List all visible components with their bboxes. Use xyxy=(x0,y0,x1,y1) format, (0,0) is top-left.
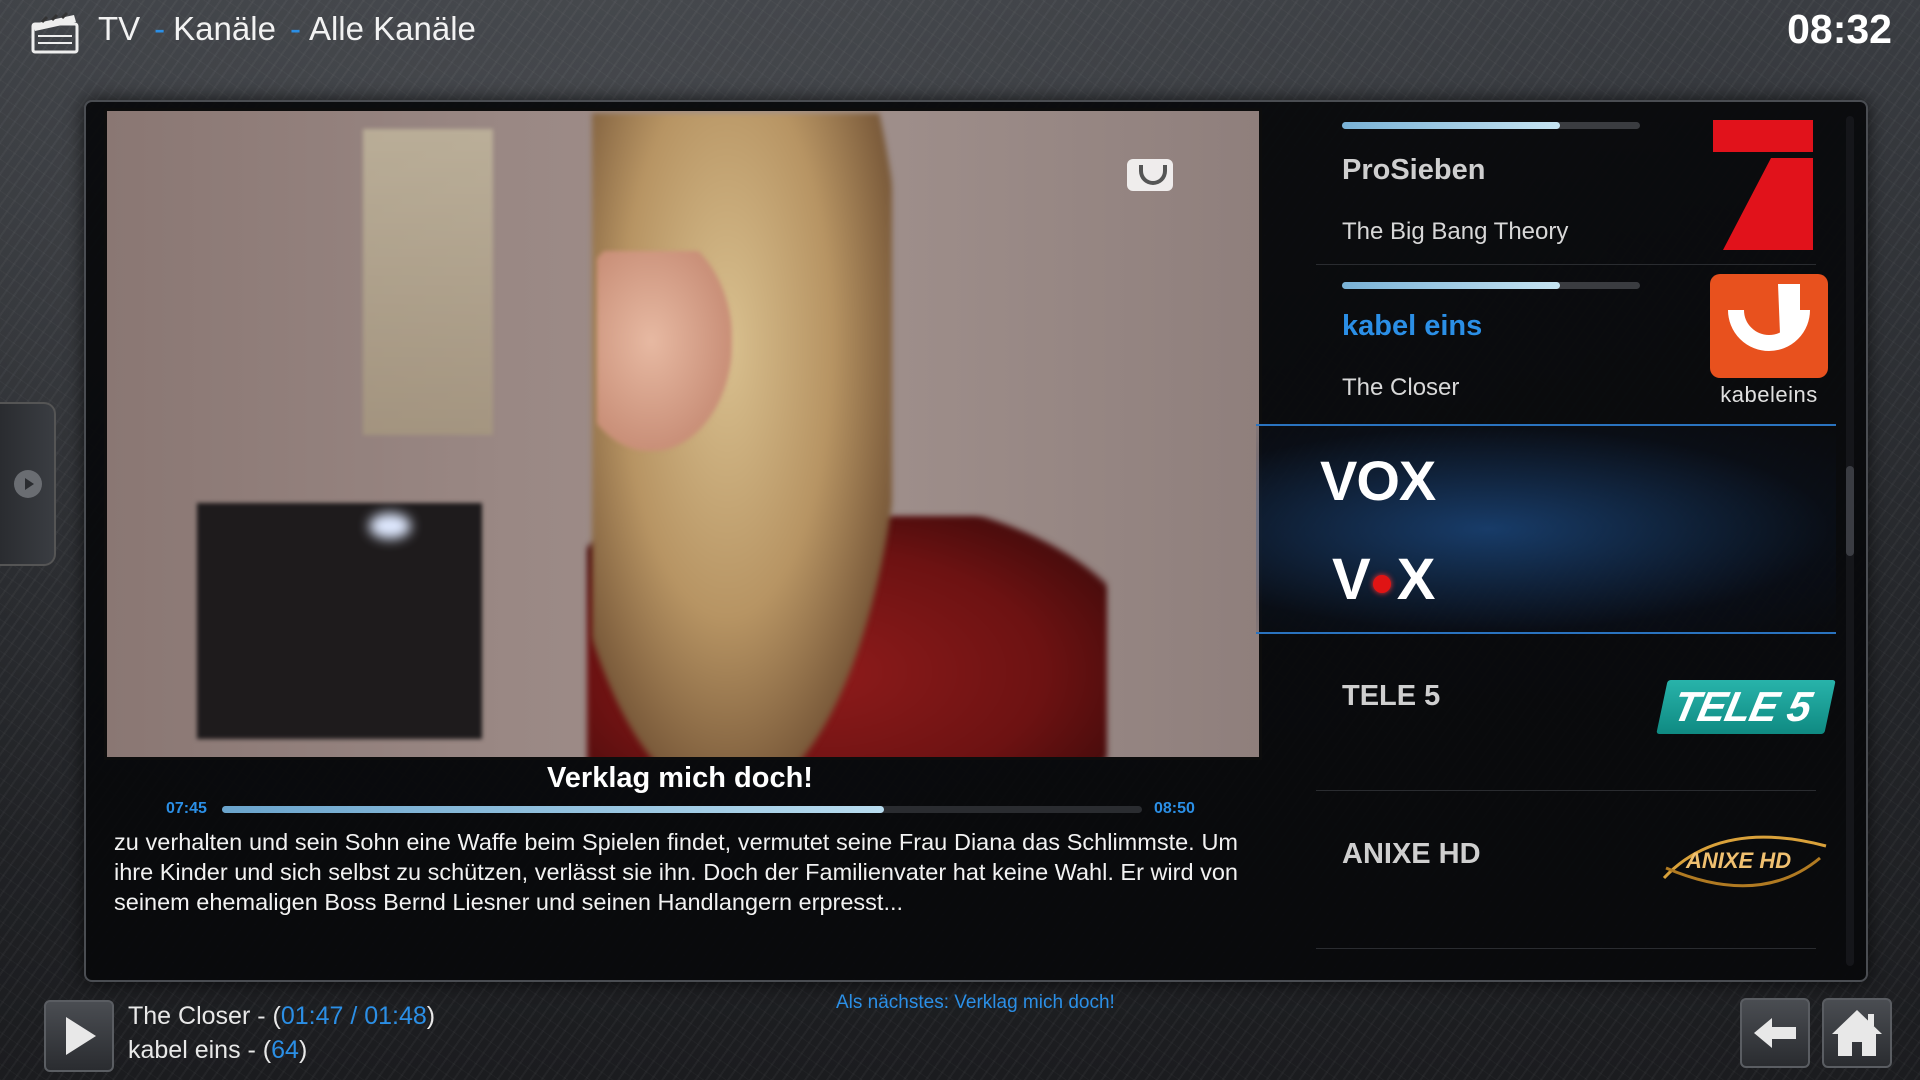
vox-logo-icon: VX xyxy=(1332,546,1436,613)
home-icon xyxy=(1832,1010,1882,1056)
vox-logo-x: X xyxy=(1396,547,1436,612)
now-playing-separator: - ( xyxy=(250,1002,281,1030)
anixe-logo-text: ANIXE HD xyxy=(1686,848,1792,873)
channel-name: ANIXE HD xyxy=(1342,838,1481,870)
prosieben-logo-icon xyxy=(1713,120,1813,250)
top-bar: TV - Kanäle - Alle Kanäle 08:32 xyxy=(0,0,1920,64)
channel-list: ProSieben The Big Bang Theory kabel eins… xyxy=(1256,102,1836,980)
channel-show: The Big Bang Theory xyxy=(1342,218,1569,245)
now-playing-channel: kabel eins - (64) xyxy=(128,1036,307,1065)
tele5-logo-icon: TELE 5 xyxy=(1656,680,1836,734)
next-up-label: Als nächstes: Verklag mich doch! xyxy=(836,992,1115,1013)
breadcrumb-alle-kanaele: Alle Kanäle xyxy=(308,10,476,47)
tele5-logo-text: TELE 5 xyxy=(1669,683,1816,730)
now-playing-show: The Closer xyxy=(128,1002,251,1030)
channel-item-anixe-hd[interactable]: ANIXE HD ANIXE HD xyxy=(1276,792,1836,950)
breadcrumb-separator: - xyxy=(154,10,166,47)
program-plot: zu verhalten und sein Sohn eine Waffe be… xyxy=(114,829,1238,915)
vox-logo-v: V xyxy=(1332,547,1371,612)
now-playing-title: The Closer - (01:47 / 01:48) xyxy=(128,1002,435,1031)
channel-show: The Closer xyxy=(1342,374,1460,401)
channel-divider xyxy=(1316,948,1816,949)
vox-logo-dot xyxy=(1372,574,1391,593)
side-menu-arrow-icon xyxy=(14,470,42,498)
play-button[interactable] xyxy=(44,1000,114,1072)
video-scene-person-face xyxy=(597,251,732,451)
channel-progress-bar xyxy=(1342,122,1640,129)
channel-name: TELE 5 xyxy=(1342,680,1441,712)
scrollbar-thumb[interactable] xyxy=(1846,466,1854,556)
program-progress-bar xyxy=(222,806,1142,813)
channel-watermark-icon xyxy=(1127,159,1173,191)
video-scene-poster xyxy=(363,129,493,435)
channel-name: kabel eins xyxy=(1342,310,1483,342)
breadcrumb-separator: - xyxy=(289,10,301,47)
now-playing-separator: - ( xyxy=(240,1036,272,1064)
program-end-time: 08:50 xyxy=(1154,800,1195,817)
bottom-bar: The Closer - (01:47 / 01:48) kabel eins … xyxy=(0,980,1920,1080)
kabeleins-logo-icon: kabeleins xyxy=(1708,274,1830,408)
channel-progress-fill xyxy=(1342,122,1560,129)
anixe-logo-icon: ANIXE HD xyxy=(1660,828,1830,894)
breadcrumb: TV - Kanäle - Alle Kanäle xyxy=(98,10,476,48)
channel-list-scrollbar[interactable] xyxy=(1846,116,1854,966)
program-start-time: 07:45 xyxy=(166,800,207,817)
channel-divider xyxy=(1316,790,1816,791)
clock: 08:32 xyxy=(1787,6,1892,52)
channel-item-kabeleins[interactable]: kabel eins The Closer kabeleins xyxy=(1276,264,1836,424)
channel-name: ProSieben xyxy=(1342,154,1486,186)
channel-progress-fill xyxy=(1342,282,1560,289)
breadcrumb-kanaele[interactable]: Kanäle xyxy=(173,10,276,47)
now-playing-channel-name: kabel eins xyxy=(128,1036,241,1064)
breadcrumb-tv[interactable]: TV xyxy=(98,10,140,47)
side-menu-tab[interactable] xyxy=(0,402,56,566)
now-playing-time: 01:47 / 01:48 xyxy=(280,1002,427,1030)
channel-item-prosieben[interactable]: ProSieben The Big Bang Theory xyxy=(1276,102,1836,262)
program-progress-fill xyxy=(222,806,885,813)
channel-item-vox[interactable]: VOX VX xyxy=(1256,424,1836,634)
now-playing-channel-number: 64 xyxy=(271,1036,299,1064)
video-scene-light xyxy=(369,513,411,539)
clapperboard-icon xyxy=(31,11,79,54)
channel-name: VOX xyxy=(1320,449,1436,512)
kabeleins-logo-text: kabeleins xyxy=(1720,382,1818,407)
now-playing-close: ) xyxy=(298,1036,308,1064)
video-scene-tv xyxy=(197,503,482,739)
main-panel: Verklag mich doch! 07:45 08:50 zu verhal… xyxy=(84,100,1868,982)
now-playing-close: ) xyxy=(426,1002,436,1030)
channel-item-tele5[interactable]: TELE 5 TELE 5 xyxy=(1276,632,1836,790)
program-title: Verklag mich doch! xyxy=(547,762,813,794)
home-button[interactable] xyxy=(1822,998,1892,1068)
back-button[interactable] xyxy=(1740,998,1810,1068)
video-preview[interactable] xyxy=(104,108,1262,760)
channel-progress-bar xyxy=(1342,282,1640,289)
